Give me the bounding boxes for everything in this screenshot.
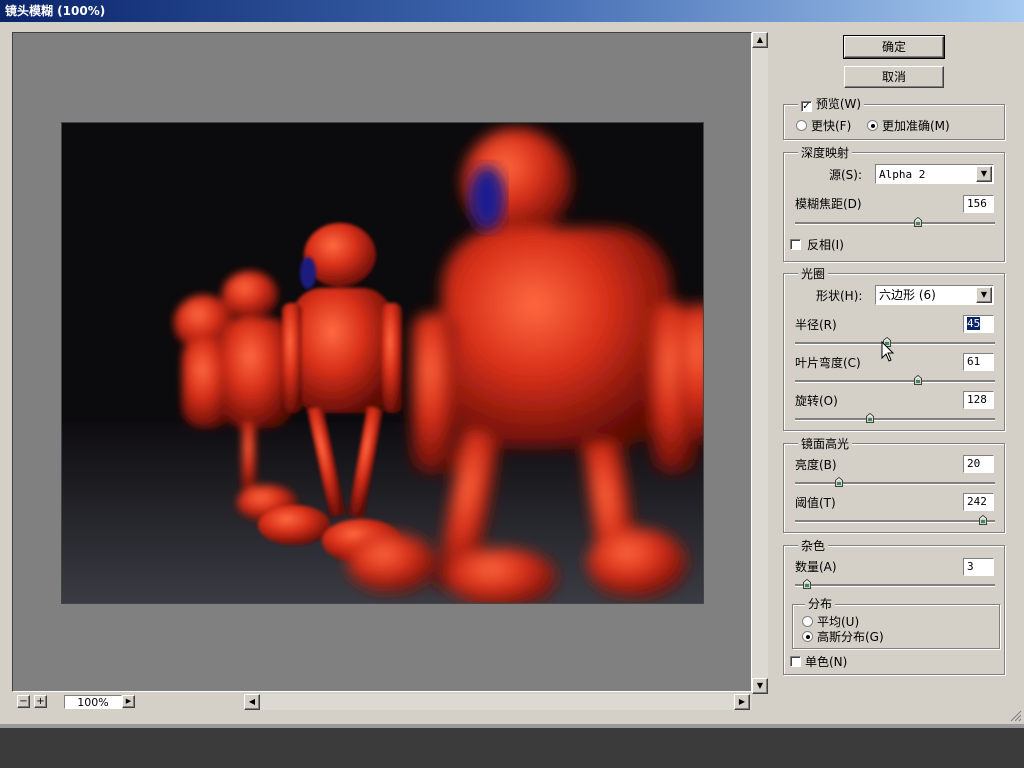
source-select[interactable]: Alpha 2 ▼ — [875, 164, 994, 184]
brightness-field[interactable]: 20 — [963, 455, 994, 473]
scroll-down-button[interactable]: ▼ — [752, 678, 768, 694]
arrow-cursor-icon — [881, 340, 895, 366]
preview-legend: ✓ 预览(W) — [798, 97, 865, 112]
invert-checkbox[interactable] — [790, 239, 801, 250]
faster-radio[interactable] — [796, 120, 807, 131]
zoom-out-button[interactable]: − — [17, 695, 30, 708]
gaussian-label: 高斯分布(G) — [817, 630, 884, 644]
plus-icon: + — [36, 696, 45, 707]
cancel-button[interactable]: 取消 — [844, 66, 944, 88]
shape-select[interactable]: 六边形 (6) ▼ — [875, 285, 994, 305]
threshold-slider[interactable] — [795, 520, 995, 523]
brightness-label: 亮度(B) — [795, 458, 837, 472]
blur-focal-label: 模糊焦距(D) — [795, 197, 862, 211]
depth-map-title: 深度映射 — [798, 146, 853, 160]
brightness-thumb[interactable] — [835, 477, 844, 487]
zoom-menu-button[interactable]: ▶ — [122, 695, 135, 708]
scroll-right-button[interactable]: ▶ — [734, 694, 750, 710]
curvature-field[interactable]: 61 — [963, 353, 994, 371]
threshold-thumb[interactable] — [979, 515, 988, 525]
noise-title: 杂色 — [798, 539, 829, 553]
brightness-slider[interactable] — [795, 482, 995, 485]
shape-label: 形状(H): — [816, 289, 863, 303]
minus-icon: − — [19, 696, 28, 707]
vertical-scrollbar[interactable]: ▲ ▼ — [752, 32, 768, 694]
blur-focal-field[interactable]: 156 — [963, 195, 994, 213]
uniform-label: 平均(U) — [817, 615, 860, 629]
invert-label: 反相(I) — [807, 238, 844, 252]
monochromatic-checkbox[interactable] — [790, 656, 801, 667]
source-label: 源(S): — [829, 168, 863, 182]
rotation-slider[interactable] — [795, 418, 995, 421]
iris-title: 光圈 — [798, 267, 829, 281]
desktop-background — [0, 728, 1024, 768]
threshold-label: 阈值(T) — [795, 496, 836, 510]
scroll-left-button[interactable]: ◀ — [244, 694, 260, 710]
title-bar: 镜头模糊 (100%) — [0, 0, 1024, 22]
amount-label: 数量(A) — [795, 560, 837, 574]
curvature-slider[interactable] — [795, 380, 995, 383]
radius-slider[interactable] — [795, 342, 995, 345]
more-accurate-radio[interactable] — [867, 120, 878, 131]
distribution-title: 分布 — [805, 597, 836, 611]
amount-thumb[interactable] — [802, 579, 811, 589]
blur-focal-slider[interactable] — [795, 222, 995, 225]
resize-grip-icon[interactable] — [1008, 708, 1022, 725]
threshold-field[interactable]: 242 — [963, 493, 994, 511]
horizontal-scrollbar[interactable]: ◀ ▶ — [244, 694, 752, 710]
lens-blur-dialog: 镜头模糊 (100%) ▲ ▼ − + 100% ▶ ◀ ▶ 确定 取消 ✓ 预… — [0, 0, 1024, 724]
curvature-thumb[interactable] — [914, 375, 923, 385]
curvature-label: 叶片弯度(C) — [795, 356, 861, 370]
amount-slider[interactable] — [795, 584, 995, 587]
ok-button[interactable]: 确定 — [843, 35, 945, 59]
monochromatic-label: 单色(N) — [805, 655, 848, 669]
gaussian-radio[interactable] — [802, 631, 813, 642]
zoom-level-field[interactable]: 100% — [64, 695, 122, 709]
chevron-down-icon[interactable]: ▼ — [976, 287, 992, 303]
preview-checkbox[interactable]: ✓ — [801, 101, 812, 112]
rotation-label: 旋转(O) — [795, 394, 838, 408]
more-accurate-label: 更加准确(M) — [882, 119, 950, 133]
robots-scene — [62, 123, 703, 603]
zoom-in-button[interactable]: + — [34, 695, 47, 708]
specular-title: 镜面高光 — [798, 437, 853, 451]
preview-image — [61, 122, 704, 604]
radius-label: 半径(R) — [795, 318, 837, 332]
window-title: 镜头模糊 (100%) — [5, 4, 106, 18]
radius-field[interactable]: 45 — [963, 315, 994, 333]
zoom-bar: − + 100% ▶ — [12, 694, 244, 710]
scroll-up-button[interactable]: ▲ — [752, 32, 768, 48]
blur-focal-thumb[interactable] — [914, 217, 923, 227]
rotation-thumb[interactable] — [866, 413, 875, 423]
triangle-right-icon: ▶ — [125, 697, 132, 705]
faster-label: 更快(F) — [811, 119, 852, 133]
rotation-field[interactable]: 128 — [963, 391, 994, 409]
amount-field[interactable]: 3 — [963, 558, 994, 576]
chevron-down-icon[interactable]: ▼ — [976, 166, 992, 182]
uniform-radio[interactable] — [802, 616, 813, 627]
